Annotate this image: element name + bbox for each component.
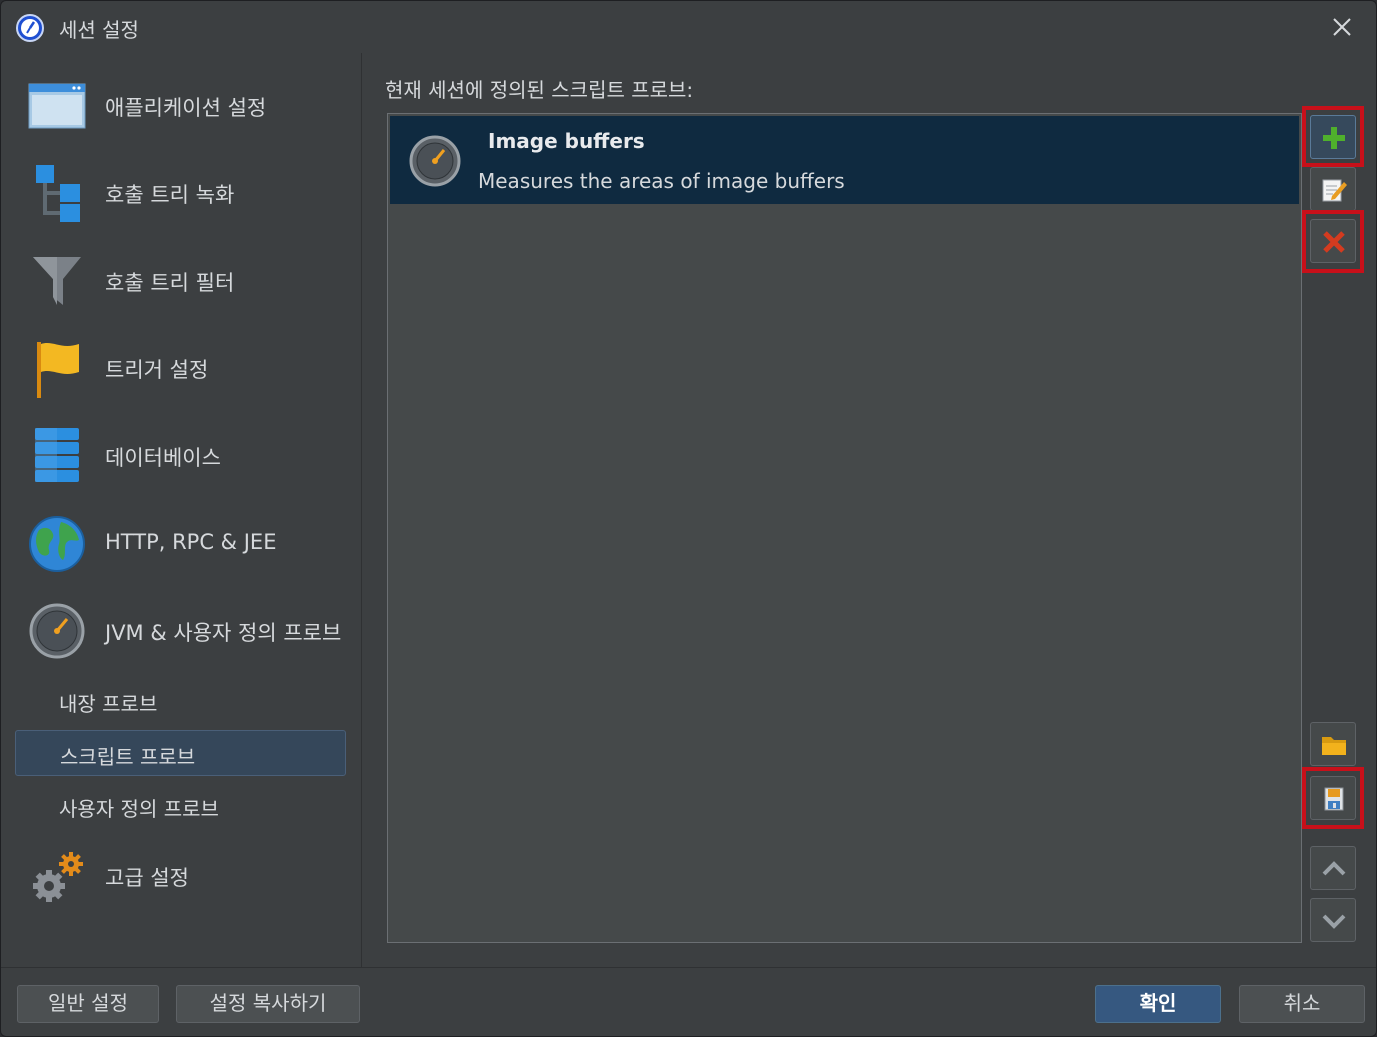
session-settings-dialog: 세션 설정 애플리케이션 설정 호출 트리 녹화 호출 트리 필터 트리거 설정… bbox=[0, 0, 1377, 1037]
move-down-button[interactable] bbox=[1310, 898, 1356, 942]
database-icon bbox=[35, 428, 79, 482]
sidebar-subitem-script-probes[interactable]: 스크립트 프로브 bbox=[15, 730, 346, 776]
sidebar-subitem-label: 내장 프로브 bbox=[59, 692, 158, 716]
sidebar-divider bbox=[361, 53, 362, 967]
move-down-icon bbox=[1322, 914, 1346, 929]
cancel-button[interactable]: 취소 bbox=[1239, 985, 1365, 1023]
sidebar-item-label: 애플리케이션 설정 bbox=[105, 96, 267, 120]
edit-probe-button[interactable] bbox=[1310, 167, 1356, 211]
probe-description: Measures the areas of image buffers bbox=[478, 169, 845, 193]
save-icon bbox=[1324, 787, 1344, 811]
list-item[interactable]: Image buffers Measures the areas of imag… bbox=[390, 116, 1299, 204]
sidebar-subitem-built-in-probes[interactable]: 내장 프로브 bbox=[15, 678, 346, 724]
sidebar-item-databases[interactable]: 데이터베이스 bbox=[15, 416, 355, 496]
title-bar: 세션 설정 bbox=[1, 1, 1376, 53]
sidebar-item-label: 호출 트리 필터 bbox=[105, 271, 235, 295]
general-settings-button[interactable]: 일반 설정 bbox=[17, 985, 159, 1023]
gauge-icon bbox=[409, 135, 461, 187]
window-icon bbox=[28, 83, 86, 129]
sidebar-item-call-tree-recording[interactable]: 호출 트리 녹화 bbox=[15, 153, 355, 233]
import-button[interactable] bbox=[1310, 722, 1356, 766]
sidebar-item-advanced-settings[interactable]: 고급 설정 bbox=[15, 836, 355, 916]
add-probe-button[interactable] bbox=[1310, 115, 1356, 159]
globe-icon bbox=[29, 516, 85, 572]
probe-title: Image buffers bbox=[488, 129, 645, 153]
edit-icon bbox=[1322, 179, 1347, 202]
add-icon bbox=[1323, 127, 1345, 149]
sidebar-item-http-rpc-jee[interactable]: HTTP, RPC & JEE bbox=[15, 504, 355, 584]
sidebar-subitem-custom-probes[interactable]: 사용자 정의 프로브 bbox=[15, 783, 346, 829]
ok-button[interactable]: 확인 bbox=[1095, 985, 1221, 1023]
funnel-icon bbox=[33, 257, 81, 305]
gears-icon bbox=[33, 852, 83, 902]
copy-settings-button[interactable]: 설정 복사하기 bbox=[176, 985, 360, 1023]
script-probes-label: 현재 세션에 정의된 스크립트 프로브: bbox=[385, 78, 694, 102]
sidebar-item-jvm-custom-probes[interactable]: JVM & 사용자 정의 프로브 bbox=[15, 591, 355, 671]
sidebar-item-label: 트리거 설정 bbox=[105, 358, 209, 382]
sidebar-item-label: 호출 트리 녹화 bbox=[105, 183, 235, 207]
move-up-icon bbox=[1322, 861, 1346, 876]
sidebar-item-label: JVM & 사용자 정의 프로브 bbox=[105, 621, 342, 645]
sidebar-item-call-tree-filters[interactable]: 호출 트리 필터 bbox=[15, 241, 355, 321]
sidebar-item-label: HTTP, RPC & JEE bbox=[105, 530, 277, 554]
sidebar-item-trigger-settings[interactable]: 트리거 설정 bbox=[15, 328, 355, 408]
folder-icon bbox=[1322, 737, 1346, 755]
delete-probe-button[interactable] bbox=[1310, 219, 1356, 263]
sidebar-item-application-settings[interactable]: 애플리케이션 설정 bbox=[15, 66, 355, 146]
footer-divider bbox=[1, 967, 1376, 968]
script-probe-list[interactable]: Image buffers Measures the areas of imag… bbox=[387, 113, 1302, 943]
sidebar-item-label: 고급 설정 bbox=[105, 866, 189, 890]
dialog-title: 세션 설정 bbox=[59, 18, 139, 42]
sidebar-subitem-label: 스크립트 프로브 bbox=[60, 745, 196, 769]
gauge-icon bbox=[29, 603, 85, 659]
stopwatch-icon bbox=[16, 14, 44, 42]
export-button[interactable] bbox=[1310, 776, 1356, 820]
close-icon[interactable] bbox=[1326, 11, 1358, 43]
call-tree-icon bbox=[36, 165, 80, 222]
sidebar-item-label: 데이터베이스 bbox=[105, 446, 221, 470]
sidebar-subitem-label: 사용자 정의 프로브 bbox=[59, 797, 219, 821]
move-up-button[interactable] bbox=[1310, 846, 1356, 890]
delete-icon bbox=[1323, 231, 1345, 253]
flag-icon bbox=[37, 342, 79, 398]
